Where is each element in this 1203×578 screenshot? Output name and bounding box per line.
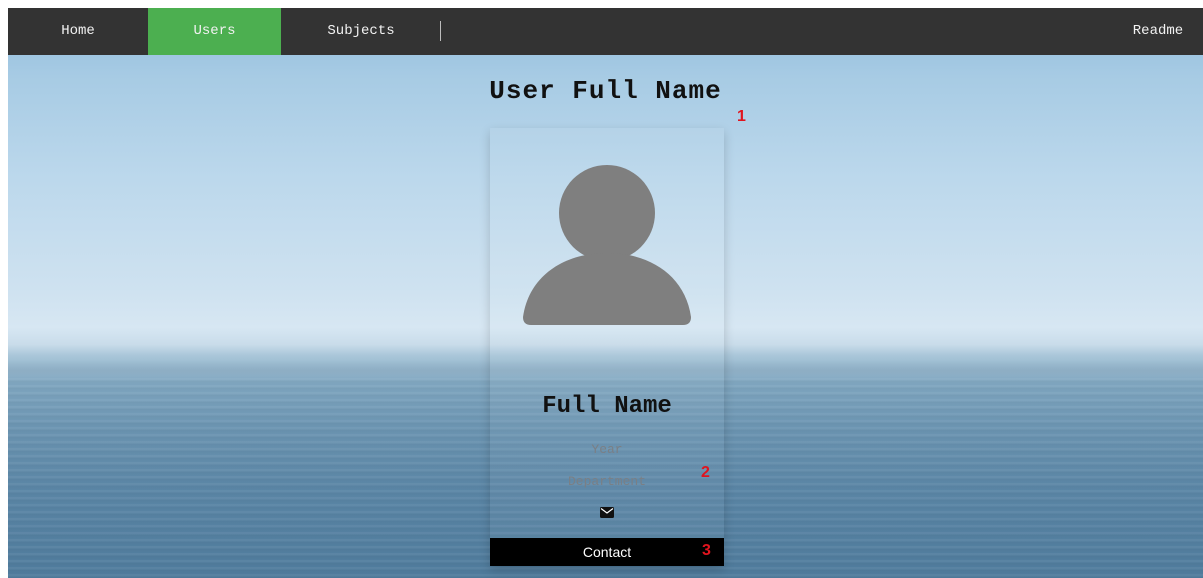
page-background: Home Users Subjects Readme User Full Nam… — [8, 8, 1203, 578]
nav-subjects-link[interactable]: Subjects — [281, 8, 441, 55]
annotation-marker-2: 2 — [701, 464, 710, 481]
card-year: Year — [591, 442, 623, 457]
annotation-marker-1: 1 — [737, 108, 746, 125]
annotation-marker-3: 3 — [702, 542, 711, 559]
envelope-icon[interactable] — [600, 507, 614, 518]
top-navbar: Home Users Subjects Readme — [8, 8, 1203, 55]
nav-users-link[interactable]: Users — [148, 8, 281, 55]
page-title: User Full Name — [489, 76, 722, 106]
nav-home-link[interactable]: Home — [8, 8, 148, 55]
nav-readme-link[interactable]: Readme — [1113, 8, 1203, 55]
card-full-name: Full Name — [542, 393, 672, 420]
browser-frame: Home Users Subjects Readme User Full Nam… — [0, 0, 1203, 578]
card-department: Department — [567, 474, 646, 489]
user-profile-card: Full Name Year Department Contact — [490, 128, 724, 566]
user-avatar-icon — [523, 165, 691, 325]
nav-divider — [440, 21, 441, 41]
contact-button[interactable]: Contact — [490, 538, 724, 566]
